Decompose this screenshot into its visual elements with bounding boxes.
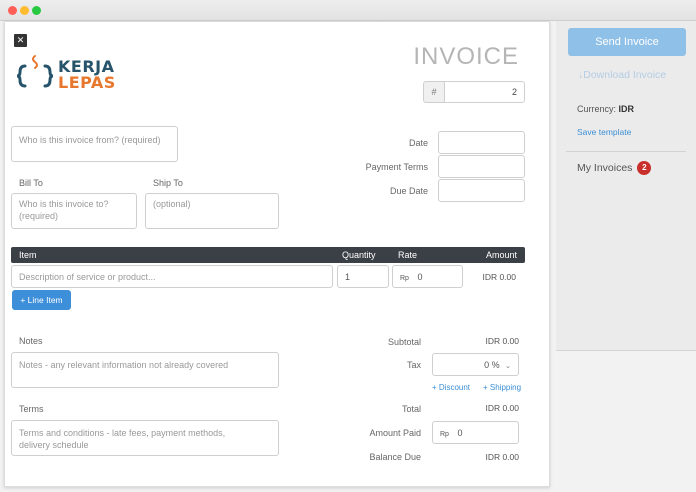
minimize-window-icon[interactable] (20, 6, 29, 15)
subtotal-label: Subtotal (387, 337, 421, 347)
due-date-label: Due Date (389, 186, 428, 196)
date-input[interactable] (438, 131, 525, 154)
amount-column-header: Amount (485, 250, 517, 260)
item-amount-value: IDR 0.00 (482, 272, 516, 282)
ship-to-label: Ship To (153, 178, 183, 188)
amount-paid-value: 0 (457, 428, 463, 438)
add-shipping-link[interactable]: + Shipping (483, 383, 521, 392)
payment-terms-label: Payment Terms (365, 162, 428, 172)
close-icon: ✕ (16, 35, 25, 45)
sidebar-divider (566, 151, 686, 152)
ship-to-field[interactable]: (optional) (145, 193, 279, 229)
window-titlebar (0, 0, 696, 21)
balance-due-label: Balance Due (369, 452, 421, 462)
send-invoice-button[interactable]: Send Invoice (568, 28, 686, 56)
items-table-header (11, 247, 525, 263)
balance-due-value: IDR 0.00 (485, 452, 519, 462)
total-value: IDR 0.00 (485, 403, 519, 413)
invoice-title[interactable]: INVOICE (413, 43, 519, 71)
my-invoices-label: My Invoices (577, 162, 633, 174)
payment-terms-input[interactable] (438, 155, 525, 178)
date-label: Date (408, 138, 428, 148)
tax-input[interactable]: 0 % ⌄ (432, 353, 519, 376)
item-description-input[interactable]: Description of service or product... (11, 265, 333, 288)
download-invoice-label: Download Invoice (583, 69, 667, 81)
tax-label: Tax (406, 360, 421, 370)
invoice-from-field[interactable]: Who is this invoice from? (required) (11, 126, 178, 162)
rate-currency-prefix: Rp (400, 275, 409, 282)
item-column-header: Item (19, 250, 37, 260)
invoice-count-badge: 2 (637, 161, 652, 175)
tax-value: 0 % (484, 360, 500, 370)
item-rate-input[interactable]: Rp 0 (392, 265, 463, 288)
total-label: Total (401, 404, 421, 414)
rate-column-header: Rate (398, 250, 418, 260)
save-template-link[interactable]: Save template (577, 127, 631, 137)
notes-field[interactable]: Notes - any relevant information not alr… (11, 352, 279, 388)
quantity-column-header: Quantity (342, 250, 376, 260)
bill-to-field[interactable]: Who is this invoice to? (required) (11, 193, 137, 229)
logo-word-lepas: LEPAS (58, 73, 116, 92)
amount-paid-input[interactable]: Rp 0 (432, 421, 519, 444)
subtotal-value: IDR 0.00 (485, 336, 519, 346)
add-line-item-button[interactable]: + Line Item (12, 290, 71, 310)
amount-paid-currency-prefix: Rp (440, 431, 449, 438)
invoice-number-prefix: # (423, 81, 445, 103)
bill-to-label: Bill To (19, 178, 43, 188)
chevron-down-icon: ⌄ (505, 363, 511, 370)
rate-value: 0 (417, 272, 423, 282)
amount-paid-label: Amount Paid (369, 428, 421, 438)
currency-label: Currency: (577, 104, 617, 114)
close-window-icon[interactable] (8, 6, 17, 15)
coffee-cup-icon (16, 55, 54, 88)
notes-label: Notes (19, 336, 43, 346)
download-invoice-link[interactable]: ↓Download Invoice (578, 69, 666, 81)
due-date-input[interactable] (438, 179, 525, 202)
item-quantity-input[interactable]: 1 (337, 265, 389, 288)
remove-logo-button[interactable]: ✕ (14, 34, 27, 47)
invoice-number-input[interactable]: 2 (444, 81, 525, 103)
terms-field[interactable]: Terms and conditions - late fees, paymen… (11, 420, 279, 456)
company-logo[interactable]: KERJA LEPAS (16, 52, 131, 94)
my-invoices-link[interactable]: My Invoices 2 (577, 161, 652, 175)
zoom-window-icon[interactable] (32, 6, 41, 15)
currency-row: Currency: IDR (577, 104, 634, 114)
currency-value[interactable]: IDR (619, 104, 635, 114)
terms-label: Terms (19, 404, 44, 414)
add-discount-link[interactable]: + Discount (432, 383, 470, 392)
